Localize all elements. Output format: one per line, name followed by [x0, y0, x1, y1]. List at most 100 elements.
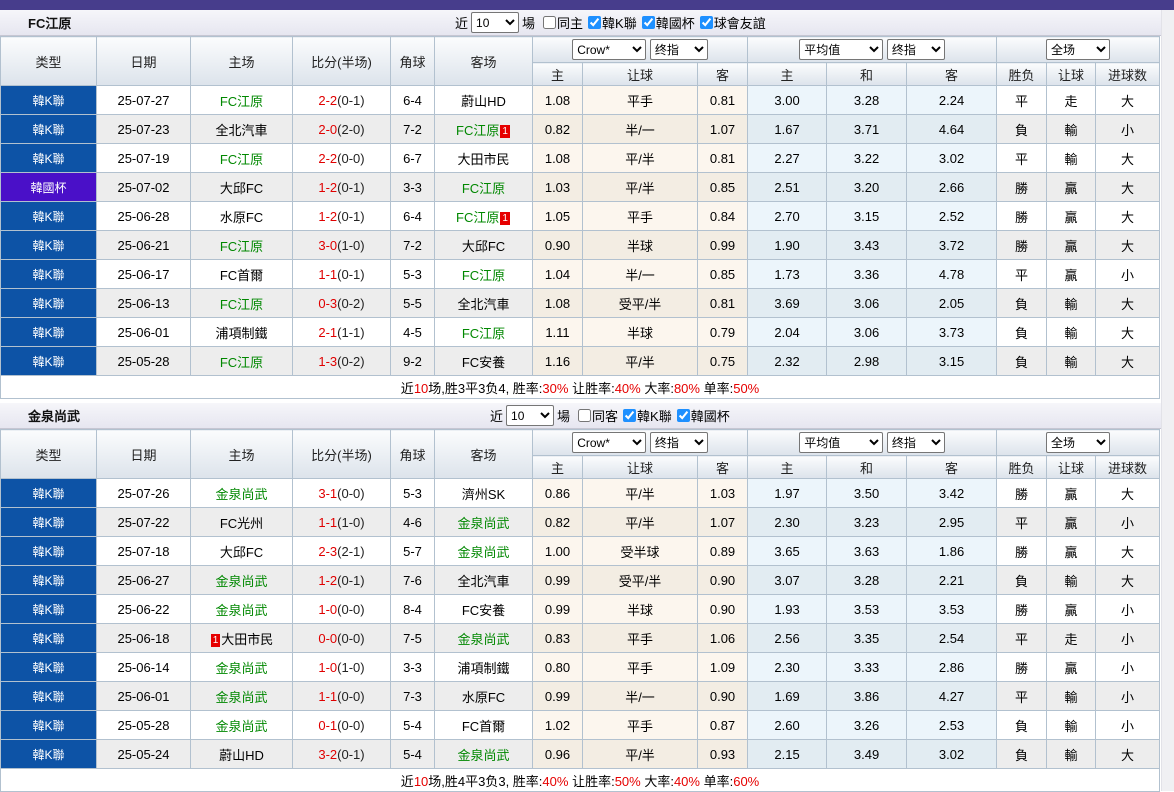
- away-team-cell: FC江原: [434, 317, 533, 347]
- home-team-link[interactable]: FC江原: [220, 94, 263, 109]
- score-cell: 0-1(0-0): [292, 710, 391, 740]
- away-team-link[interactable]: 水原FC: [462, 690, 505, 705]
- away-team-link[interactable]: FC安養: [462, 603, 505, 618]
- checkbox-input[interactable]: [543, 16, 557, 29]
- home-team-cell: 浦項制鐵: [190, 317, 293, 347]
- home-team-link[interactable]: FC光州: [220, 516, 263, 531]
- away-team-link[interactable]: FC江原: [456, 123, 499, 138]
- avg-home-odds: 2.04: [747, 317, 828, 347]
- home-team-cell: 金泉尚武: [190, 594, 293, 624]
- handicap-home-odds: 0.99: [532, 594, 583, 624]
- score-cell: 2-2(0-1): [292, 85, 391, 115]
- competition-label: 韓K聯: [32, 689, 65, 704]
- home-team-link[interactable]: FC江原: [220, 152, 263, 167]
- fulltime-score: 2-1: [318, 324, 338, 340]
- filter-checkbox-0[interactable]: 同主: [543, 13, 583, 32]
- away-team-link[interactable]: FC江原: [462, 268, 505, 283]
- vertical-scrollbar[interactable]: [1161, 10, 1174, 791]
- competition-badge: 韓K聯: [0, 507, 97, 537]
- checkbox-input[interactable]: [699, 16, 713, 29]
- filter-checkbox-1[interactable]: 韓K聯: [623, 406, 672, 425]
- away-team-link[interactable]: 全北汽車: [457, 297, 509, 312]
- away-team-link[interactable]: FC首爾: [462, 719, 505, 734]
- home-team-link[interactable]: 大邱FC: [220, 181, 263, 196]
- odds-time-select[interactable]: 终指: [649, 432, 708, 453]
- filter-controls: 近 10 場 同主 韓K聯 韓國杯 球會友誼: [455, 12, 766, 33]
- away-team-link[interactable]: 金泉尚武: [457, 545, 509, 560]
- checkbox-input[interactable]: [676, 409, 690, 422]
- filter-checkbox-0[interactable]: 同客: [578, 406, 618, 425]
- odds-source-select[interactable]: Crow*: [572, 39, 647, 60]
- checkbox-input[interactable]: [641, 16, 655, 29]
- avg-time-select[interactable]: 终指: [886, 39, 945, 60]
- home-team-link[interactable]: 蔚山HD: [219, 748, 264, 763]
- avg-time-select[interactable]: 终指: [886, 432, 945, 453]
- match-result: 勝: [996, 536, 1048, 566]
- home-team-link[interactable]: 金泉尚武: [215, 487, 267, 502]
- competition-badge: 韓K聯: [0, 536, 97, 566]
- handicap-line: 半球: [582, 317, 698, 347]
- handicap-line: 受平/半: [582, 565, 698, 595]
- result-scope-select[interactable]: 全场: [1046, 432, 1111, 453]
- checkbox-input[interactable]: [623, 409, 637, 422]
- home-team-link[interactable]: 全北汽車: [215, 123, 267, 138]
- home-team-link[interactable]: 金泉尚武: [215, 603, 267, 618]
- away-team-link[interactable]: FC安養: [462, 355, 505, 370]
- home-team-link[interactable]: 水原FC: [220, 210, 263, 225]
- avg-source-select[interactable]: 平均值: [799, 39, 884, 60]
- away-team-link[interactable]: 大邱FC: [462, 239, 505, 254]
- competition-badge: 韓K聯: [0, 201, 97, 231]
- subcol-handicap-line: 让球: [582, 62, 698, 86]
- away-team-link[interactable]: FC江原: [462, 181, 505, 196]
- checkbox-input[interactable]: [588, 16, 602, 29]
- home-team-link[interactable]: 浦項制鐵: [215, 326, 267, 341]
- home-team-link[interactable]: 金泉尚武: [215, 661, 267, 676]
- home-team-link[interactable]: FC江原: [220, 355, 263, 370]
- handicap-result: 輸: [1046, 288, 1097, 318]
- home-team-link[interactable]: FC首爾: [220, 268, 263, 283]
- avg-source-select[interactable]: 平均值: [799, 432, 884, 453]
- filter-checkbox-1[interactable]: 韓K聯: [588, 13, 637, 32]
- section-header: 金泉尚武 近 10 場 同客 韓K聯 韓國杯: [0, 403, 1161, 429]
- away-team-link[interactable]: 全北汽車: [457, 574, 509, 589]
- recent-count-select[interactable]: 10: [471, 12, 520, 33]
- away-team-link[interactable]: 蔚山HD: [461, 94, 506, 109]
- away-team-link[interactable]: 浦項制鐵: [457, 661, 509, 676]
- result-scope-select[interactable]: 全场: [1046, 39, 1111, 60]
- home-team-link[interactable]: 金泉尚武: [215, 719, 267, 734]
- checkbox-input[interactable]: [578, 409, 592, 422]
- match-result: 平: [996, 259, 1048, 289]
- home-team-link[interactable]: 金泉尚武: [215, 574, 267, 589]
- home-team-link[interactable]: 大邱FC: [220, 545, 263, 560]
- halftime-score: (0-0): [337, 688, 365, 704]
- away-team-link[interactable]: 金泉尚武: [457, 748, 509, 763]
- away-team-link[interactable]: 濟州SK: [462, 487, 505, 502]
- home-team-link[interactable]: FC江原: [220, 297, 263, 312]
- filter-checkbox-2[interactable]: 韓國杯: [641, 13, 695, 32]
- col-header-away: 客场: [434, 429, 533, 479]
- away-team-link[interactable]: FC江原: [456, 210, 499, 225]
- filter-checkbox-2[interactable]: 韓國杯: [676, 406, 730, 425]
- goals-result: 大: [1095, 288, 1161, 318]
- avg-home-odds: 2.30: [747, 652, 828, 682]
- recent-count-select[interactable]: 10: [506, 405, 555, 426]
- home-team-link[interactable]: 大田市民: [221, 632, 273, 647]
- handicap-result: 贏: [1046, 201, 1097, 231]
- avg-away-odds: 2.24: [906, 85, 998, 115]
- odds-source-select[interactable]: Crow*: [572, 432, 647, 453]
- avg-draw-odds: 3.43: [826, 230, 908, 260]
- corner-count: 5-7: [390, 536, 435, 566]
- halftime-score: (0-2): [337, 353, 365, 369]
- home-team-link[interactable]: 金泉尚武: [215, 690, 267, 705]
- home-team-cell: 金泉尚武: [190, 652, 293, 682]
- away-team-link[interactable]: 金泉尚武: [457, 632, 509, 647]
- filter-checkbox-3[interactable]: 球會友誼: [699, 13, 766, 32]
- away-team-link[interactable]: FC江原: [462, 326, 505, 341]
- away-team-link[interactable]: 金泉尚武: [457, 516, 509, 531]
- rank-badge: 1: [210, 633, 221, 647]
- home-team-link[interactable]: FC江原: [220, 239, 263, 254]
- home-team-cell: FC光州: [190, 507, 293, 537]
- odds-time-select[interactable]: 终指: [649, 39, 708, 60]
- away-team-link[interactable]: 大田市民: [457, 152, 509, 167]
- score-cell: 1-0(1-0): [292, 652, 391, 682]
